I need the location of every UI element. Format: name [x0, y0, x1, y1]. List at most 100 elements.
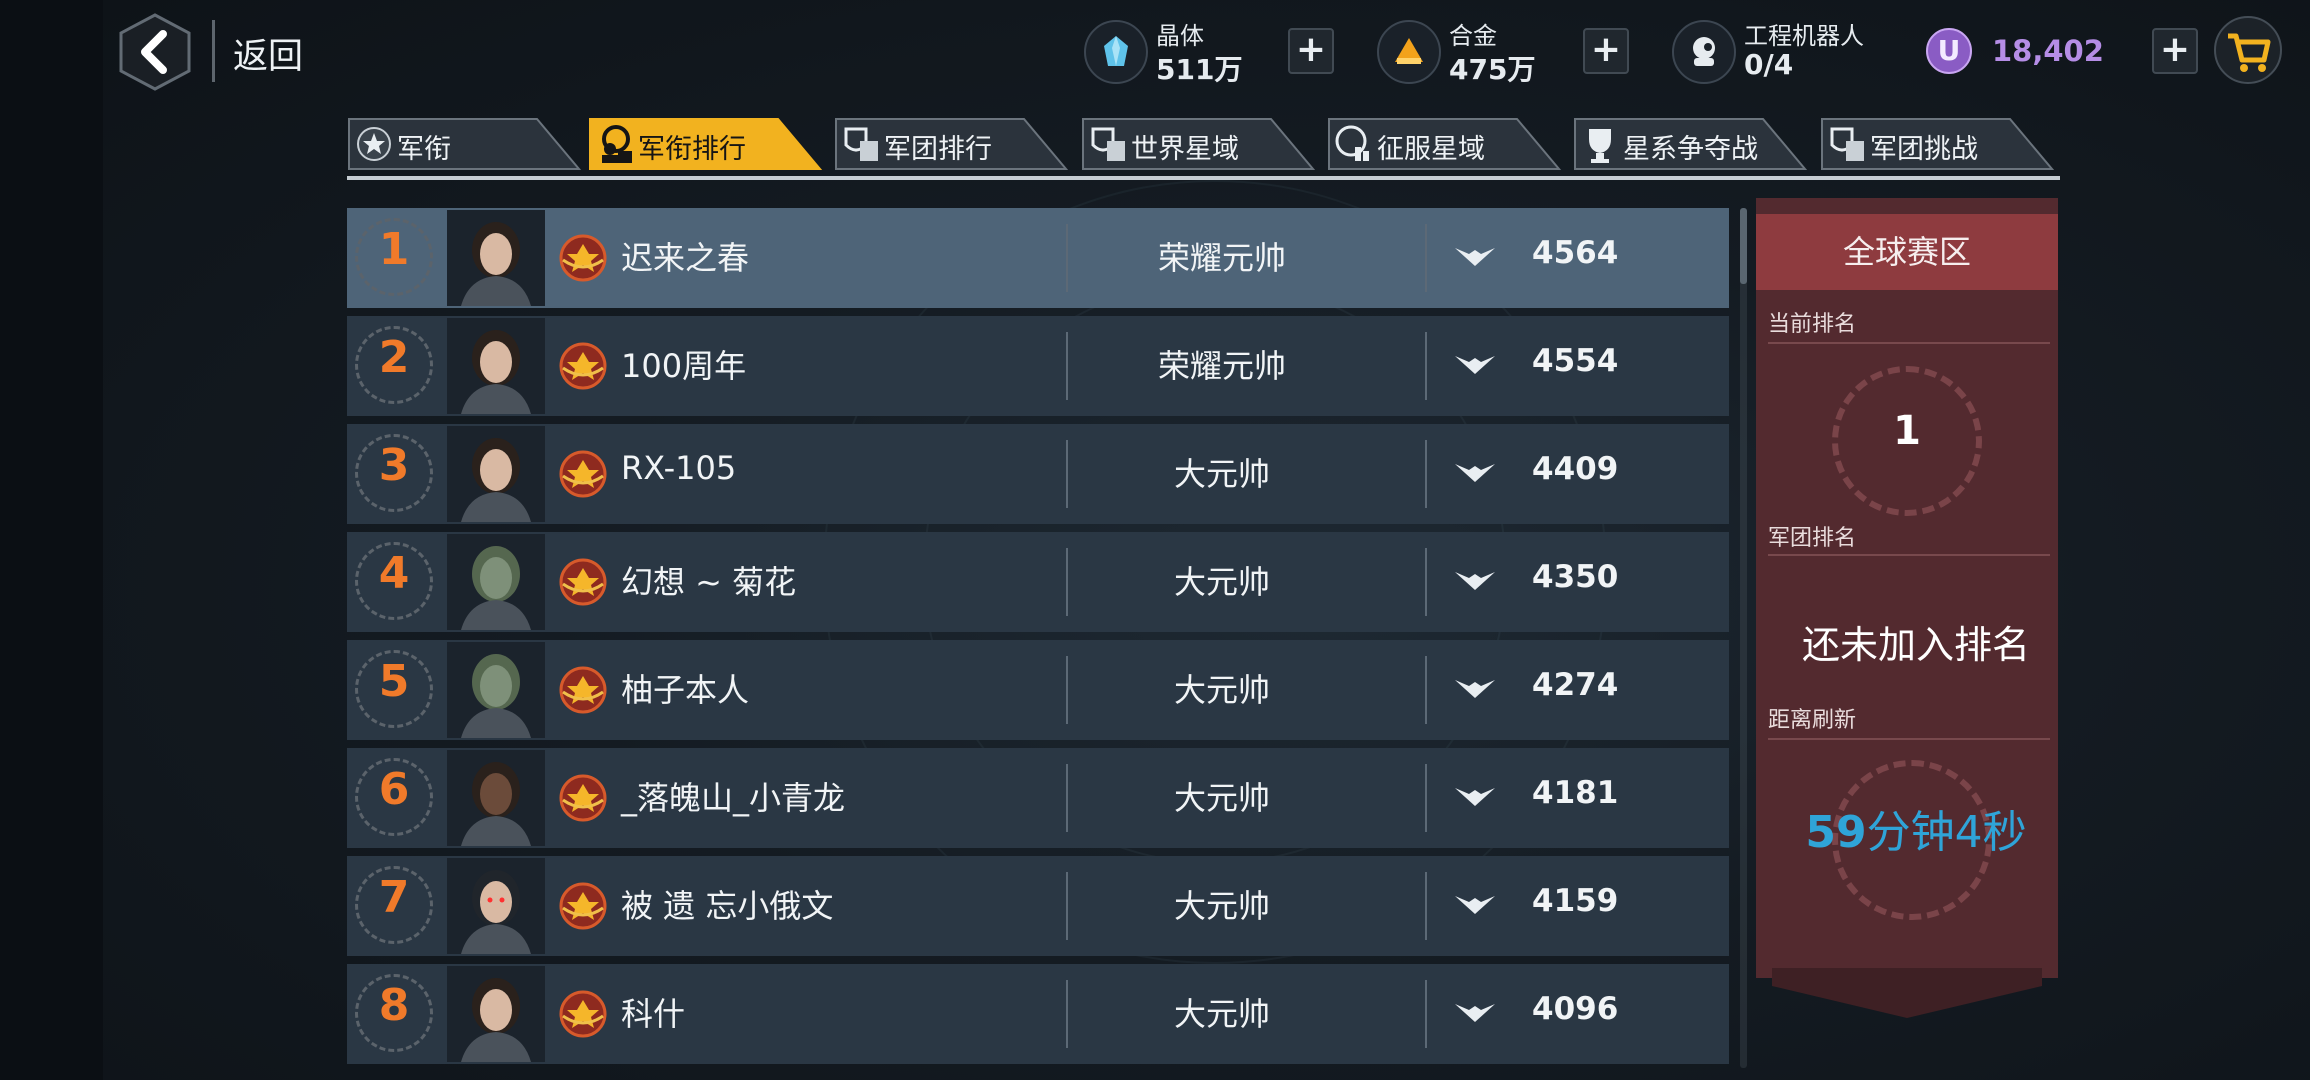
- player-name: 幻想 ~ 菊花: [621, 563, 797, 601]
- tab-label: 星系争夺战: [1623, 134, 1758, 165]
- currency-value: 18,402: [1992, 34, 2104, 68]
- tab-world-starfield[interactable]: 世界星域: [1081, 117, 1317, 171]
- column-divider: [1066, 980, 1068, 1048]
- rank-badge-icon: [555, 662, 611, 718]
- wing-emblem-icon: [1451, 676, 1499, 702]
- column-divider: [1066, 440, 1068, 508]
- column-divider: [1425, 440, 1427, 508]
- rank-badge-icon: [555, 446, 611, 502]
- column-divider: [1425, 980, 1427, 1048]
- alien-avatar[interactable]: [447, 534, 545, 630]
- bearded-soldier-avatar[interactable]: [447, 966, 545, 1062]
- add-crystal-button[interactable]: +: [1288, 28, 1334, 74]
- player-name: 科什: [621, 995, 686, 1033]
- resource-name: 晶体: [1156, 22, 1204, 50]
- tab-rank-emblem[interactable]: 军衔: [347, 117, 583, 171]
- hooded-avatar[interactable]: [447, 858, 545, 954]
- tab-label: 军团排行: [884, 134, 992, 165]
- rank-emblem-icon: [357, 127, 391, 161]
- legion-rank-label: 军团排名: [1768, 526, 1857, 551]
- current-rank-label: 当前排名: [1768, 312, 1857, 337]
- column-divider: [1425, 224, 1427, 292]
- column-divider: [1425, 764, 1427, 832]
- player-score: 4564: [1532, 235, 1619, 271]
- region-title: 全球赛区: [1756, 214, 2058, 290]
- resource-alloy: 合金 475万: [1377, 14, 1535, 90]
- player-name: 被 遗 忘小俄文: [621, 887, 834, 925]
- region-panel: 全球赛区 当前排名 1 军团排名 还未加入排名 距离刷新 59分钟4秒: [1756, 198, 2058, 1018]
- back-label[interactable]: 返回: [233, 28, 303, 79]
- bald-soldier-avatar[interactable]: [447, 750, 545, 846]
- tab-label: 世界星域: [1131, 134, 1239, 165]
- tab-legion-challenge[interactable]: 军团挑战: [1820, 117, 2056, 171]
- column-divider: [1425, 548, 1427, 616]
- column-divider: [1066, 548, 1068, 616]
- tab-trophy[interactable]: 星系争夺战: [1573, 117, 1809, 171]
- panel-banner-tail: [1772, 968, 2042, 1018]
- ranking-row[interactable]: 6 _落魄山_小青龙 大元帅 4181: [347, 748, 1729, 848]
- refresh-timer: 59分钟4秒: [1756, 796, 2076, 860]
- military-rank-title: 大元帅: [1173, 779, 1270, 817]
- military-rank-title: 荣耀元帅: [1157, 347, 1286, 385]
- player-name: RX-105: [621, 449, 737, 487]
- column-divider: [1425, 872, 1427, 940]
- wing-emblem-icon: [1451, 568, 1499, 594]
- alien-avatar[interactable]: [447, 642, 545, 738]
- male-officer-avatar[interactable]: [447, 426, 545, 522]
- rank-leaderboard-icon: [602, 125, 632, 163]
- player-name: 100周年: [621, 347, 747, 385]
- tab-conquer-starfield[interactable]: 征服星域: [1327, 117, 1563, 171]
- legion-challenge-icon: [1830, 127, 1864, 161]
- female-pilot-avatar[interactable]: [447, 210, 545, 306]
- rank-number: 2: [378, 332, 410, 383]
- ranking-row[interactable]: 8 科什 大元帅 4096: [347, 964, 1729, 1064]
- rank-badge-icon: [555, 230, 611, 286]
- rank-badge-icon: [555, 770, 611, 826]
- ranking-row[interactable]: 5 柚子本人 大元帅 4274: [347, 640, 1729, 740]
- ranking-row[interactable]: 7 被 遗 忘小俄文 大元帅 4159: [347, 856, 1729, 956]
- resource-value: 511万: [1156, 53, 1243, 86]
- add-currency-button[interactable]: +: [2152, 28, 2198, 74]
- rank-badge-icon: [555, 338, 611, 394]
- player-score: 4181: [1532, 775, 1619, 811]
- add-alloy-button[interactable]: +: [1583, 28, 1629, 74]
- scrollbar[interactable]: [1740, 208, 1747, 284]
- scroll-track: [1740, 208, 1747, 1068]
- ranking-row[interactable]: 4 幻想 ~ 菊花 大元帅 4350: [347, 532, 1729, 632]
- ranking-row[interactable]: 3 RX-105 大元帅 4409: [347, 424, 1729, 524]
- ranking-row[interactable]: 2 100周年 荣耀元帅 4554: [347, 316, 1729, 416]
- crystal-icon: [1084, 20, 1148, 84]
- rank-number: 4: [378, 548, 410, 599]
- wing-emblem-icon: [1451, 460, 1499, 486]
- column-divider: [1066, 764, 1068, 832]
- refresh-label: 距离刷新: [1768, 708, 1857, 733]
- tab-legion-ranking[interactable]: 军团排行: [834, 117, 1070, 171]
- column-divider: [1066, 224, 1068, 292]
- resource-value: 475万: [1449, 53, 1536, 86]
- refresh-rest: 分钟4秒: [1866, 807, 2027, 858]
- rank-number: 5: [378, 656, 410, 707]
- wing-emblem-icon: [1451, 244, 1499, 270]
- female-pilot-avatar[interactable]: [447, 318, 545, 414]
- rank-number: 7: [378, 872, 410, 923]
- conquer-starfield-icon: [1335, 125, 1369, 161]
- player-name: 迟来之春: [621, 239, 750, 277]
- column-divider: [1425, 656, 1427, 724]
- tab-rank-leaderboard[interactable]: 军衔排行: [588, 117, 824, 171]
- divider: [212, 20, 215, 82]
- column-divider: [1066, 656, 1068, 724]
- resource-name: 工程机器人: [1744, 22, 1864, 50]
- player-score: 4350: [1532, 559, 1619, 595]
- tab-label: 军衔: [397, 134, 451, 165]
- cart-icon: [2228, 33, 2271, 72]
- column-divider: [1066, 872, 1068, 940]
- shop-cart-button[interactable]: [2214, 16, 2282, 84]
- ranking-row[interactable]: 1 迟来之春 荣耀元帅 4564: [347, 208, 1729, 308]
- rank-number: 6: [378, 764, 410, 815]
- back-button[interactable]: [117, 12, 193, 92]
- resource-crystal: 晶体 511万: [1084, 14, 1242, 90]
- military-rank-title: 大元帅: [1173, 563, 1270, 601]
- wing-emblem-icon: [1451, 1000, 1499, 1026]
- panel-divider: [1768, 738, 2050, 740]
- wing-emblem-icon: [1451, 784, 1499, 810]
